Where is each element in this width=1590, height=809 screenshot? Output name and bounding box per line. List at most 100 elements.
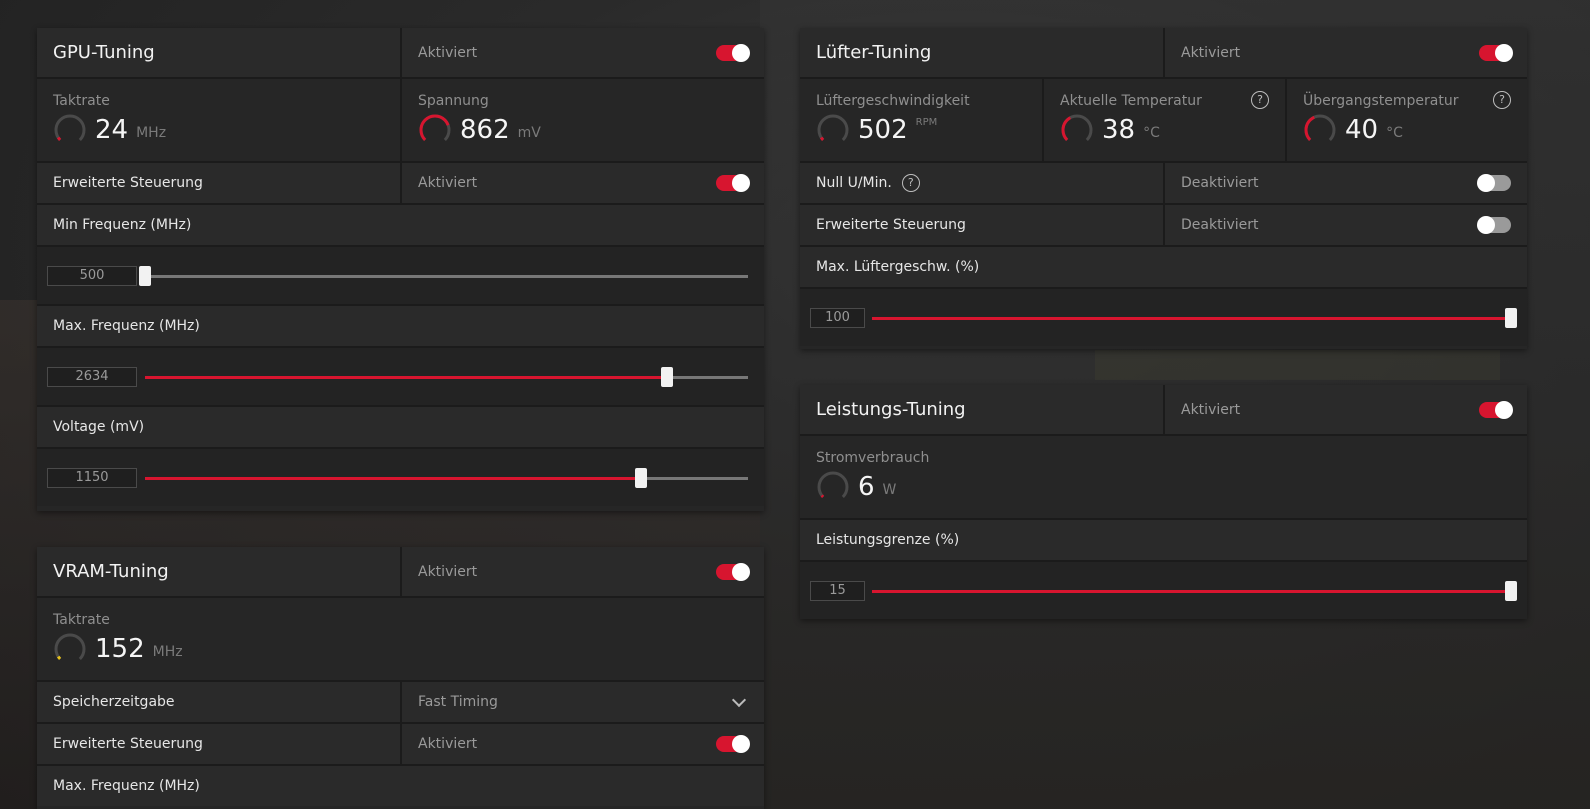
gauge-icon (817, 114, 849, 146)
vram-advanced-toggle[interactable] (716, 735, 750, 753)
fan-tuning-status: Aktiviert (1181, 44, 1241, 61)
gpu-advanced-toggle[interactable] (716, 174, 750, 192)
gpu-tuning-title: GPU-Tuning (53, 42, 155, 63)
power-tuning-status: Aktiviert (1181, 401, 1241, 418)
vram-max-freq-label: Max. Frequenz (MHz) (53, 778, 200, 794)
max-freq-label-row: Max. Frequenz (MHz) (37, 306, 764, 348)
vram-advanced-row: Erweiterte Steuerung Aktiviert (37, 724, 764, 766)
fan-speed-value: 502 (858, 115, 908, 145)
max-fan-speed-input[interactable]: 100 (810, 308, 865, 328)
vram-tuning-panel: VRAM-Tuning Aktiviert Taktrate 152 MHz S… (37, 547, 764, 809)
zero-rpm-toggle[interactable] (1477, 174, 1511, 192)
gauge-icon (419, 114, 451, 146)
fan-advanced-label: Erweiterte Steuerung (816, 217, 966, 233)
gpu-tuning-panel: GPU-Tuning Aktiviert Taktrate 24 MHz Spa… (37, 28, 764, 511)
fan-tuning-header: Lüfter-Tuning Aktiviert (800, 28, 1527, 79)
power-limit-input[interactable]: 15 (810, 581, 865, 601)
gpu-metrics-row: Taktrate 24 MHz Spannung 862 mV (37, 79, 764, 163)
power-tuning-header: Leistungs-Tuning Aktiviert (800, 385, 1527, 436)
vram-clock-value: 152 (95, 634, 145, 664)
min-freq-slider[interactable] (139, 266, 748, 286)
max-fan-speed-label-row: Max. Lüftergeschw. (%) (800, 247, 1527, 289)
gauge-icon (1304, 114, 1336, 146)
max-freq-slider-row: 2634 (37, 348, 764, 407)
junction-temp-value: 40 (1345, 115, 1379, 145)
voltage-slider-thumb[interactable] (634, 468, 647, 488)
gpu-voltage-unit: mV (517, 125, 541, 141)
chevron-down-icon (731, 692, 747, 708)
max-fan-speed-label: Max. Lüftergeschw. (%) (816, 259, 980, 275)
max-freq-slider[interactable] (145, 367, 748, 387)
power-consumption-label: Stromverbrauch (816, 450, 930, 466)
gpu-advanced-label: Erweiterte Steuerung (53, 175, 203, 191)
vram-clock-label: Taktrate (53, 612, 110, 628)
help-icon[interactable]: ? (901, 174, 920, 192)
gpu-clock-value: 24 (95, 115, 129, 145)
power-tuning-panel: Leistungs-Tuning Aktiviert Stromverbrauc… (800, 385, 1527, 619)
voltage-input[interactable]: 1150 (47, 468, 137, 488)
voltage-label-row: Voltage (mV) (37, 407, 764, 449)
gauge-icon (1061, 114, 1093, 146)
power-limit-slider-thumb[interactable] (1505, 581, 1517, 601)
gpu-advanced-row: Erweiterte Steuerung Aktiviert (37, 163, 764, 205)
gpu-tuning-toggle[interactable] (716, 43, 750, 62)
zero-rpm-row: Null U/Min. ? Deaktiviert (800, 163, 1527, 205)
current-temp-value: 38 (1102, 115, 1136, 145)
fan-metrics-row: Lüftergeschwindigkeit 502 RPM Aktuelle T… (800, 79, 1527, 163)
max-fan-speed-slider-thumb[interactable] (1505, 308, 1517, 328)
gauge-icon (54, 633, 86, 665)
vram-max-freq-label-row: Max. Frequenz (MHz) (37, 766, 764, 806)
power-limit-label-row: Leistungsgrenze (%) (800, 520, 1527, 562)
vram-tuning-toggle[interactable] (716, 562, 750, 581)
junction-temp-unit: °C (1386, 125, 1403, 141)
max-freq-slider-thumb[interactable] (660, 367, 673, 387)
help-icon[interactable]: ? (1251, 91, 1269, 109)
gpu-tuning-header: GPU-Tuning Aktiviert (37, 28, 764, 79)
junction-temp-label: Übergangstemperatur (1303, 93, 1459, 109)
min-freq-label-row: Min Frequenz (MHz) (37, 205, 764, 247)
memory-timing-value: Fast Timing (418, 694, 498, 710)
background-shape (1095, 350, 1500, 380)
fan-tuning-panel: Lüfter-Tuning Aktiviert Lüftergeschwindi… (800, 28, 1527, 349)
vram-tuning-status: Aktiviert (418, 563, 478, 580)
gpu-tuning-status: Aktiviert (418, 44, 478, 61)
memory-timing-dropdown[interactable]: Fast Timing (400, 682, 764, 722)
power-limit-label: Leistungsgrenze (%) (816, 532, 960, 548)
help-icon[interactable]: ? (1493, 91, 1511, 109)
fan-tuning-title: Lüfter-Tuning (816, 42, 932, 63)
gpu-voltage-value: 862 (460, 115, 510, 145)
max-freq-label: Max. Frequenz (MHz) (53, 318, 200, 334)
zero-rpm-label: Null U/Min. (816, 175, 892, 191)
fan-speed-unit: RPM (915, 117, 938, 128)
fan-advanced-toggle[interactable] (1477, 216, 1511, 234)
current-temp-label: Aktuelle Temperatur (1060, 93, 1202, 109)
gauge-icon (54, 114, 86, 146)
gauge-icon (817, 471, 849, 503)
min-freq-slider-thumb[interactable] (139, 266, 151, 286)
min-freq-input[interactable]: 500 (47, 266, 137, 286)
vram-metrics-row: Taktrate 152 MHz (37, 598, 764, 682)
memory-timing-label: Speicherzeitgabe (53, 694, 175, 710)
memory-timing-row: Speicherzeitgabe Fast Timing (37, 682, 764, 724)
fan-tuning-toggle[interactable] (1479, 43, 1513, 62)
vram-advanced-label: Erweiterte Steuerung (53, 736, 203, 752)
fan-advanced-status: Deaktiviert (1181, 217, 1259, 233)
min-freq-label: Min Frequenz (MHz) (53, 217, 192, 233)
vram-advanced-status: Aktiviert (418, 736, 478, 752)
voltage-slider[interactable] (145, 468, 748, 488)
voltage-slider-row: 1150 (37, 449, 764, 506)
min-freq-slider-row: 500 (37, 247, 764, 306)
power-consumption-value: 6 (858, 472, 875, 502)
zero-rpm-status: Deaktiviert (1181, 175, 1259, 191)
max-fan-speed-slider[interactable] (872, 308, 1517, 328)
max-fan-speed-slider-row: 100 (800, 289, 1527, 346)
power-tuning-toggle[interactable] (1479, 400, 1513, 419)
power-consumption-unit: W (882, 482, 897, 498)
power-limit-slider-row: 15 (800, 562, 1527, 619)
vram-tuning-title: VRAM-Tuning (53, 561, 169, 582)
max-freq-input[interactable]: 2634 (47, 367, 137, 387)
power-limit-slider[interactable] (872, 581, 1517, 601)
power-metrics-row: Stromverbrauch 6 W (800, 436, 1527, 520)
fan-advanced-row: Erweiterte Steuerung Deaktiviert (800, 205, 1527, 247)
gpu-advanced-status: Aktiviert (418, 175, 478, 191)
